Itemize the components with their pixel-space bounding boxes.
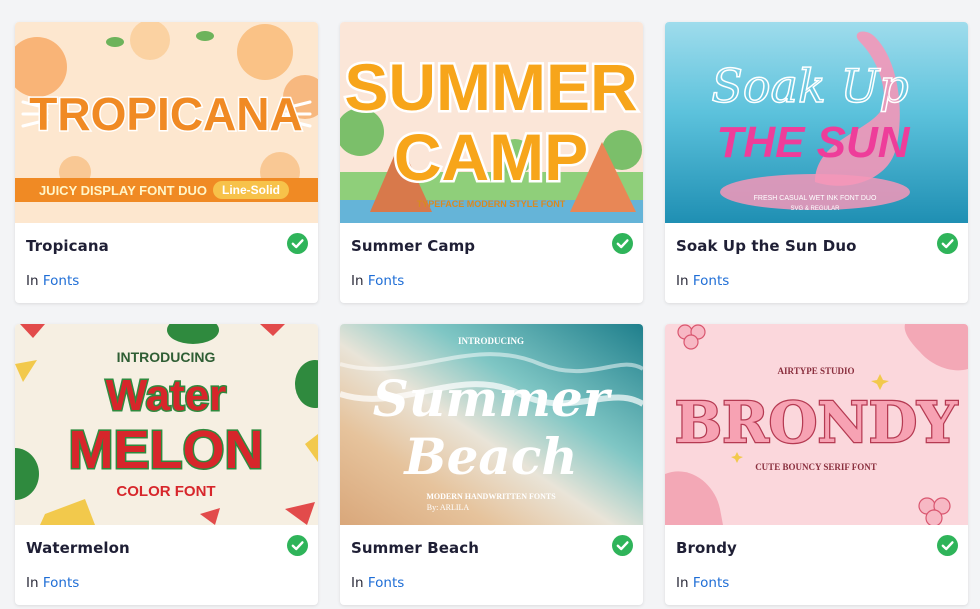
check-circle-icon <box>612 535 633 556</box>
card-title[interactable]: Summer Camp <box>351 237 475 255</box>
tropicana-preview-image: TROPICANA JUICY DISPLAY FONT DUO Line-So… <box>15 22 318 223</box>
thumb-line2: CAMP <box>394 120 588 194</box>
thumb-tagline: FRESH CASUAL WET INK FONT DUO <box>754 195 877 202</box>
card-thumbnail[interactable]: INTRODUCING Summer Beach MODERN HANDWRIT… <box>340 324 643 525</box>
card-category: In Fonts <box>26 575 79 591</box>
summer-beach-preview-image: INTRODUCING Summer Beach MODERN HANDWRIT… <box>340 324 643 525</box>
check-circle-icon <box>287 535 308 556</box>
check-circle-icon <box>287 233 308 254</box>
font-card-watermelon[interactable]: INTRODUCING Water MELON COLOR FONT Water… <box>15 324 318 605</box>
font-card-summer-beach[interactable]: INTRODUCING Summer Beach MODERN HANDWRIT… <box>340 324 643 605</box>
card-thumbnail[interactable]: Soak Up THE SUN FRESH CASUAL WET INK FON… <box>665 22 968 223</box>
category-link-fonts[interactable]: Fonts <box>693 273 729 289</box>
thumb-line1: Water <box>106 371 227 420</box>
category-link-fonts[interactable]: Fonts <box>43 575 79 591</box>
card-category: In Fonts <box>676 273 729 289</box>
thumb-studio: AIRTYPE STUDIO <box>778 366 855 376</box>
category-link-fonts[interactable]: Fonts <box>43 273 79 289</box>
thumb-tagline: JUICY DISPLAY FONT DUO <box>39 183 207 198</box>
thumb-main-text: TROPICANA <box>29 88 302 140</box>
category-link-fonts[interactable]: Fonts <box>693 575 729 591</box>
card-thumbnail[interactable]: INTRODUCING Water MELON COLOR FONT <box>15 324 318 525</box>
card-info: Summer Camp In Fonts <box>340 223 643 303</box>
thumb-line2: Beach <box>402 427 577 486</box>
category-prefix: In <box>26 273 39 289</box>
thumb-script: Soak Up <box>711 59 908 113</box>
card-thumbnail[interactable]: SUMMER CAMP TYPEFACE MODERN STYLE FONT <box>340 22 643 223</box>
thumb-line1: SUMMER <box>344 50 637 124</box>
card-category: In Fonts <box>351 273 404 289</box>
card-info: Summer Beach In Fonts <box>340 525 643 605</box>
check-circle-icon <box>937 535 958 556</box>
check-circle-icon <box>612 233 633 254</box>
card-category: In Fonts <box>676 575 729 591</box>
thumb-byline: By: ARLILA <box>427 503 470 512</box>
font-card-brondy[interactable]: AIRTYPE STUDIO BRONDY CUTE BOUNCY SERIF … <box>665 324 968 605</box>
category-prefix: In <box>351 575 364 591</box>
thumb-main-text: THE SUN <box>716 118 910 167</box>
card-title[interactable]: Watermelon <box>26 539 130 557</box>
brondy-preview-image: AIRTYPE STUDIO BRONDY CUTE BOUNCY SERIF … <box>665 324 968 525</box>
category-link-fonts[interactable]: Fonts <box>368 575 404 591</box>
category-link-fonts[interactable]: Fonts <box>368 273 404 289</box>
card-thumbnail[interactable]: AIRTYPE STUDIO BRONDY CUTE BOUNCY SERIF … <box>665 324 968 525</box>
card-info: Watermelon In Fonts <box>15 525 318 605</box>
thumb-tagline: CUTE BOUNCY SERIF FONT <box>755 462 877 472</box>
card-info: Tropicana In Fonts <box>15 223 318 303</box>
font-card-summer-camp[interactable]: SUMMER CAMP TYPEFACE MODERN STYLE FONT S… <box>340 22 643 303</box>
thumb-badge: Line-Solid <box>222 183 280 197</box>
thumb-line2: MELON <box>69 420 264 480</box>
thumb-tagline: MODERN HANDWRITTEN FONTS <box>426 492 556 501</box>
thumb-main-text: BRONDY <box>675 390 958 456</box>
font-card-grid: TROPICANA JUICY DISPLAY FONT DUO Line-So… <box>0 0 980 609</box>
card-title[interactable]: Tropicana <box>26 237 109 255</box>
font-card-tropicana[interactable]: TROPICANA JUICY DISPLAY FONT DUO Line-So… <box>15 22 318 303</box>
thumb-tagline: TYPEFACE MODERN STYLE FONT <box>417 199 566 209</box>
category-prefix: In <box>26 575 39 591</box>
thumb-line1: Summer <box>373 369 613 428</box>
card-category: In Fonts <box>26 273 79 289</box>
card-title[interactable]: Soak Up the Sun Duo <box>676 237 857 255</box>
summer-camp-preview-image: SUMMER CAMP TYPEFACE MODERN STYLE FONT <box>340 22 643 223</box>
card-info: Soak Up the Sun Duo In Fonts <box>665 223 968 303</box>
soak-up-the-sun-preview-image: Soak Up THE SUN FRESH CASUAL WET INK FON… <box>665 22 968 223</box>
font-card-soak-up-the-sun-duo[interactable]: Soak Up THE SUN FRESH CASUAL WET INK FON… <box>665 22 968 303</box>
card-thumbnail[interactable]: TROPICANA JUICY DISPLAY FONT DUO Line-So… <box>15 22 318 223</box>
thumb-tagline: COLOR FONT <box>116 483 215 500</box>
card-category: In Fonts <box>351 575 404 591</box>
thumb-intro: INTRODUCING <box>117 349 216 365</box>
check-circle-icon <box>937 233 958 254</box>
card-title[interactable]: Summer Beach <box>351 539 479 557</box>
category-prefix: In <box>676 273 689 289</box>
watermelon-preview-image: INTRODUCING Water MELON COLOR FONT <box>15 324 318 525</box>
category-prefix: In <box>676 575 689 591</box>
thumb-sub: SVG & REGULAR <box>790 206 840 212</box>
thumb-intro: INTRODUCING <box>458 336 524 346</box>
card-title[interactable]: Brondy <box>676 539 737 557</box>
card-info: Brondy In Fonts <box>665 525 968 605</box>
category-prefix: In <box>351 273 364 289</box>
